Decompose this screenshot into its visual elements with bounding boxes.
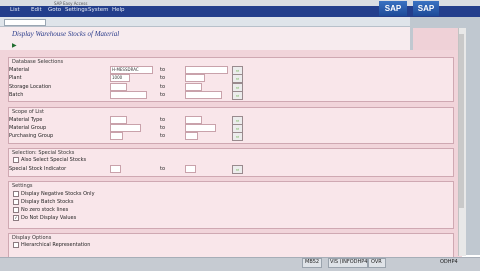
group-title: Display Options <box>12 235 52 241</box>
no-zero-stock-checkbox[interactable] <box>13 207 19 213</box>
do-not-display-values-checkbox[interactable]: ✓ <box>13 215 19 221</box>
storage-location-label: Storage Location <box>9 84 52 90</box>
to-label: to <box>160 67 166 73</box>
menu-goto[interactable]: Goto <box>48 7 61 13</box>
multiple-selection-icon[interactable]: ⇨ <box>232 74 243 83</box>
menu-edit[interactable]: Edit <box>31 7 42 13</box>
to-label: to <box>160 125 166 131</box>
batch-stocks-label: Display Batch Stocks <box>21 199 74 205</box>
material-group-from-input[interactable] <box>110 124 141 132</box>
execute-icon[interactable]: ▶ <box>12 42 21 49</box>
material-group-to-input[interactable] <box>185 124 216 132</box>
group-title: Database Selections <box>12 59 64 65</box>
multiple-selection-icon[interactable]: ⇨ <box>232 165 243 174</box>
hierarchical-representation-label: Hierarchical Representation <box>21 242 91 248</box>
background-server: ODHP4 <box>440 259 458 265</box>
application-toolbar <box>0 41 410 50</box>
group-title: Scope of List <box>12 109 44 115</box>
standard-toolbar <box>0 17 410 27</box>
batch-to-input[interactable] <box>185 91 222 99</box>
material-label: Material <box>9 67 30 73</box>
scrollbar-thumb[interactable] <box>459 34 464 208</box>
insert-mode: OVR <box>371 259 382 265</box>
group-database-selections: Database Selections <box>8 57 454 102</box>
also-select-special-stocks-checkbox[interactable] <box>13 157 19 163</box>
plant-label: Plant <box>9 75 22 81</box>
plant-to-input[interactable] <box>185 74 205 82</box>
batch-stocks-checkbox[interactable] <box>13 199 19 205</box>
special-stock-indicator-label: Special Stock Indicator <box>9 166 67 172</box>
material-type-from-input[interactable] <box>110 116 127 124</box>
sap-logo-background: SAP <box>413 1 439 16</box>
purchasing-group-label: Purchasing Group <box>9 133 54 139</box>
purchasing-group-from-input[interactable] <box>110 132 123 140</box>
menu-settings[interactable]: Settings <box>65 7 88 13</box>
material-from-input[interactable]: H-MESSDRAC <box>110 66 153 74</box>
status-bar <box>0 257 480 271</box>
to-label: to <box>160 92 166 98</box>
group-scope-of-list: Scope of List <box>8 107 454 144</box>
to-label: to <box>160 117 166 123</box>
purchasing-group-to-input[interactable] <box>185 132 198 140</box>
storage-location-to-input[interactable] <box>185 83 202 91</box>
sap-logo: SAP <box>379 1 407 16</box>
multiple-selection-icon[interactable]: ⇨ <box>232 91 243 100</box>
material-to-input[interactable] <box>185 66 228 74</box>
group-title: Settings <box>12 183 33 189</box>
plant-from-input[interactable]: 1000 <box>110 74 130 82</box>
storage-location-from-input[interactable] <box>110 83 127 91</box>
command-field[interactable] <box>4 19 46 26</box>
material-group-label: Material Group <box>9 125 47 131</box>
page-title: Display Warehouse Stocks of Material <box>12 30 120 38</box>
menu-bar <box>0 6 410 17</box>
to-label: to <box>160 84 166 90</box>
special-stock-to-input[interactable] <box>185 165 196 173</box>
batch-from-input[interactable] <box>110 91 147 99</box>
negative-stocks-checkbox[interactable] <box>13 191 19 197</box>
menu-help[interactable]: Help <box>112 7 125 13</box>
also-select-special-stocks-label: Also Select Special Stocks <box>21 157 87 163</box>
server-name: VIS (INFODHP4) <box>330 259 370 265</box>
multiple-selection-icon[interactable]: ⇨ <box>232 132 243 141</box>
menu-list[interactable]: List <box>10 7 20 13</box>
do-not-display-values-label: Do Not Display Values <box>21 215 77 221</box>
group-title: Selection: Special Stocks <box>12 150 75 156</box>
transaction-code: MB52 <box>305 259 320 265</box>
material-type-to-input[interactable] <box>185 116 202 124</box>
special-stock-from-input[interactable] <box>110 165 121 173</box>
batch-label: Batch <box>9 92 24 98</box>
no-zero-stock-label: No zero stock lines <box>21 207 69 213</box>
group-settings: Settings <box>8 181 454 229</box>
to-label: to <box>160 166 166 172</box>
menu-system[interactable]: System <box>88 7 109 13</box>
to-label: to <box>160 75 166 81</box>
to-label: to <box>160 133 166 139</box>
negative-stocks-label: Display Negative Stocks Only <box>21 191 95 197</box>
hierarchical-representation-checkbox[interactable] <box>13 242 19 248</box>
material-type-label: Material Type <box>9 117 43 123</box>
